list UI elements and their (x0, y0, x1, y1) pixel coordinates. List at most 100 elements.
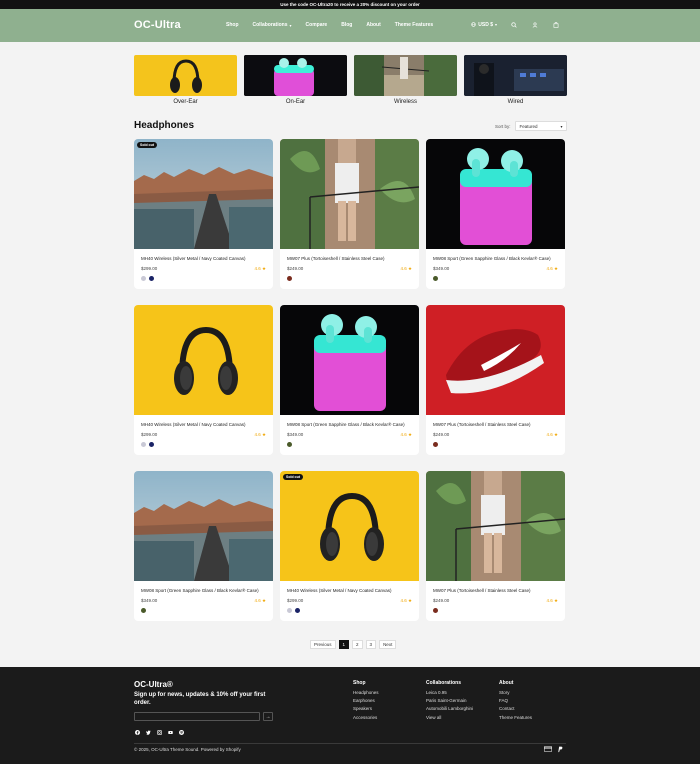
category-strip: Over-Ear On-Ear Wireless Wired (134, 55, 567, 105)
product-title[interactable]: MW07 Plus (Tortoiseshell / Stainless Ste… (433, 588, 558, 594)
footer-link[interactable]: FAQ (499, 698, 532, 703)
product-card[interactable]: MW08 Sport (Green Sapphire Glass / Black… (426, 139, 565, 289)
product-card[interactable]: MW08 Sport (Green Sapphire Glass / Black… (134, 471, 273, 621)
footer-link[interactable]: Accessories (353, 715, 379, 720)
product-card[interactable]: MW08 Sport (Green Sapphire Glass / Black… (280, 305, 419, 455)
product-price: $249.00 (433, 598, 450, 603)
footer-link[interactable]: Headphones (353, 690, 379, 695)
color-swatch[interactable] (433, 608, 438, 613)
pagination-next[interactable]: Next (379, 640, 397, 649)
footer-link[interactable]: Speakers (353, 706, 379, 711)
color-swatch[interactable] (287, 276, 292, 281)
color-swatch[interactable] (149, 442, 154, 447)
product-card[interactable]: MW07 Plus (Tortoiseshell / Stainless Ste… (426, 305, 565, 455)
footer-col-shop: Shop Headphones Earphones Speakers Acces… (353, 680, 379, 723)
search-icon[interactable] (509, 20, 518, 29)
category-wired[interactable]: Wired (464, 55, 567, 105)
color-swatch[interactable] (287, 608, 292, 613)
product-title[interactable]: MW08 Sport (Green Sapphire Glass / Black… (433, 256, 558, 262)
category-image (134, 55, 237, 96)
announcement-text: Use the code OC-Ultra20 to receive a 20%… (280, 2, 420, 7)
footer-link[interactable]: View all (426, 715, 473, 720)
pagination-page[interactable]: 3 (365, 640, 377, 649)
pagination-previous[interactable]: Previous (310, 640, 336, 649)
category-image (354, 55, 457, 96)
color-swatch[interactable] (141, 442, 146, 447)
footer-col-title: Collaborations (426, 680, 462, 686)
category-on-ear[interactable]: On-Ear (244, 55, 347, 105)
product-image[interactable] (426, 305, 565, 415)
facebook-icon[interactable] (134, 729, 140, 735)
footer-link[interactable]: Earphones (353, 698, 379, 703)
sort-select[interactable]: Featured ▾ (514, 121, 567, 131)
category-over-ear[interactable]: Over-Ear (134, 55, 237, 105)
product-title[interactable]: MH40 Wireless (Silver Metal / Navy Coate… (141, 256, 266, 262)
product-title[interactable]: MW08 Sport (Green Sapphire Glass / Black… (141, 588, 266, 594)
product-image[interactable] (134, 305, 273, 415)
nav-compare[interactable]: Compare (306, 22, 328, 28)
credit-card-icon (544, 746, 552, 752)
footer-link[interactable]: Leica 0.95 (426, 690, 473, 695)
color-swatch[interactable] (141, 276, 146, 281)
header-actions: USD $ ▾ (471, 20, 560, 29)
product-card[interactable]: Sold out MH40 Wireless (Silver Metal / Na… (280, 471, 419, 621)
product-rating: 4.6 ★ (254, 266, 266, 272)
product-card[interactable]: MW07 Plus (Tortoiseshell / Stainless Ste… (280, 139, 419, 289)
product-price: $299.00 (141, 432, 158, 437)
product-image[interactable] (426, 471, 565, 581)
newsletter-email-input[interactable] (134, 712, 260, 721)
nav-label: Blog (341, 22, 353, 28)
cart-icon[interactable] (551, 20, 560, 29)
footer-link[interactable]: Contact (499, 706, 532, 711)
product-rating: 4.6 ★ (400, 266, 412, 272)
nav-blog[interactable]: Blog (341, 22, 352, 28)
color-swatch[interactable] (295, 608, 300, 613)
product-price: $249.00 (287, 266, 304, 271)
color-swatch[interactable] (287, 442, 292, 447)
product-card[interactable]: MH40 Wireless (Silver Metal / Navy Coate… (134, 305, 273, 455)
twitter-icon[interactable] (145, 729, 151, 735)
youtube-icon[interactable] (167, 729, 173, 735)
nav-theme-features[interactable]: Theme Features (395, 22, 433, 28)
nav-collaborations[interactable]: Collaborations ▾ (253, 22, 292, 28)
product-image[interactable] (134, 471, 273, 581)
footer-link[interactable]: Paris Saint-Germain (426, 698, 473, 703)
product-image[interactable] (280, 305, 419, 415)
chevron-down-icon: ▾ (494, 22, 497, 27)
pinterest-icon[interactable] (178, 729, 184, 735)
account-icon[interactable] (530, 20, 539, 29)
footer-link[interactable]: Automobili Lamborghini (426, 706, 473, 711)
product-image[interactable]: Sold out (280, 471, 419, 581)
color-swatch[interactable] (149, 276, 154, 281)
price-row: $299.00 4.6 ★ (287, 598, 412, 604)
product-title[interactable]: MH40 Wireless (Silver Metal / Navy Coate… (141, 422, 266, 428)
category-label: Over-Ear (173, 99, 198, 105)
nav-shop[interactable]: Shop (226, 22, 239, 28)
product-image[interactable] (280, 139, 419, 249)
color-swatch[interactable] (433, 276, 438, 281)
pagination-page[interactable]: 2 (352, 640, 363, 649)
pagination-page[interactable]: 1 (338, 640, 350, 649)
product-title[interactable]: MW08 Sport (Green Sapphire Glass / Black… (287, 422, 412, 428)
color-swatch[interactable] (141, 608, 146, 613)
product-card[interactable]: MW07 Plus (Tortoiseshell / Stainless Ste… (426, 471, 565, 621)
footer-link[interactable]: Story (499, 690, 532, 695)
product-title[interactable]: MW07 Plus (Tortoiseshell / Stainless Ste… (287, 256, 412, 262)
color-swatch[interactable] (433, 442, 438, 447)
product-image[interactable] (426, 139, 565, 249)
category-wireless[interactable]: Wireless (354, 55, 457, 105)
product-title[interactable]: MH40 Wireless (Silver Metal / Navy Coate… (287, 588, 412, 594)
product-title[interactable]: MW07 Plus (Tortoiseshell / Stainless Ste… (433, 422, 558, 428)
product-price: $299.00 (141, 266, 158, 271)
nav-about[interactable]: About (366, 22, 380, 28)
arrow-right-icon[interactable]: → (263, 712, 273, 721)
currency-selector[interactable]: USD $ ▾ (471, 22, 497, 28)
star-icon: ★ (552, 598, 558, 603)
product-image[interactable]: Sold out (134, 139, 273, 249)
product-price: $349.00 (141, 598, 158, 603)
pagination: Previous 1 2 3 Next (310, 640, 397, 649)
footer-link[interactable]: Theme Features (499, 715, 532, 720)
site-logo[interactable]: OC-Ultra (134, 19, 181, 31)
product-card[interactable]: Sold out MH40 Wireless (Silver Metal / Na… (134, 139, 273, 289)
instagram-icon[interactable] (156, 729, 162, 735)
